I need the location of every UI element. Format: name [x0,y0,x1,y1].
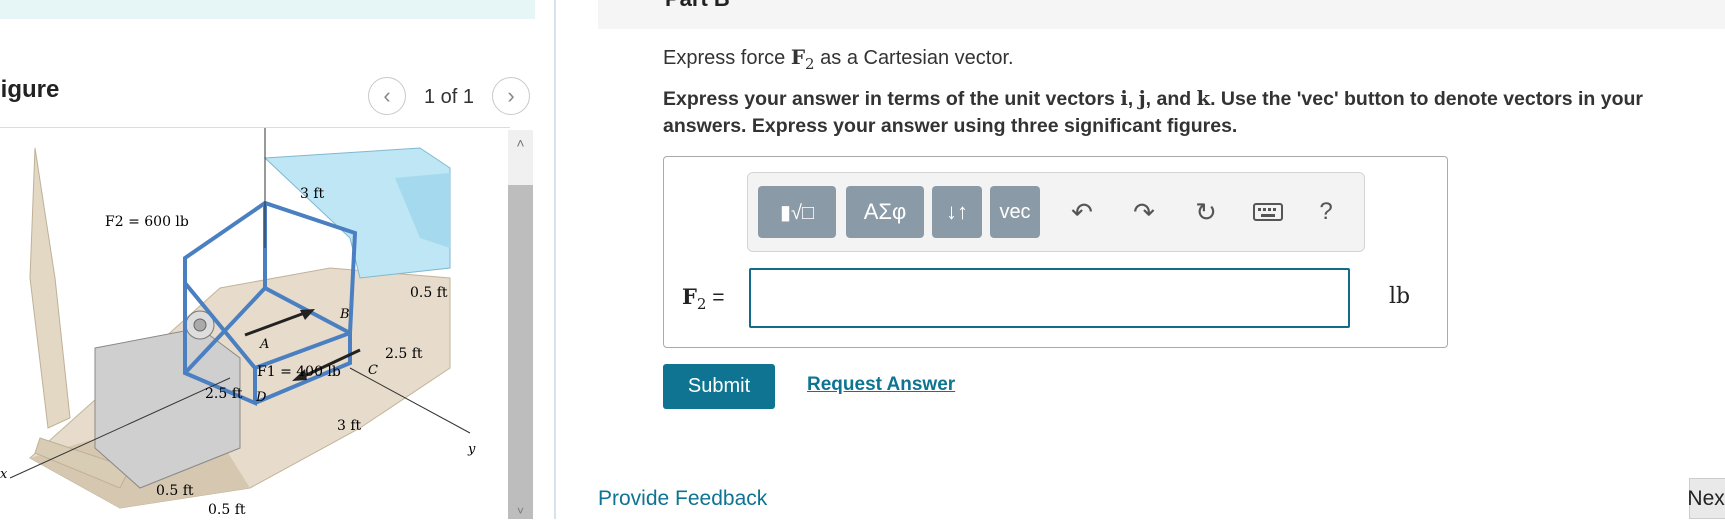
f2-label: F2 = 600 lb [105,214,189,230]
propeller-blade-upper [29,147,71,429]
greek-symbols-button[interactable]: ΑΣφ [846,186,924,238]
answer-unit: lb [1389,284,1411,309]
point-c-label: C [368,363,378,378]
arrows-button[interactable]: ↓↑ [932,186,982,238]
keyboard-icon[interactable] [1246,186,1290,238]
part-header-bar[interactable] [598,0,1725,29]
prompt-symbol: F [790,45,806,69]
point-d-label: D [255,390,267,405]
dimension-bottom-05ft-a: 0.5 ft [156,483,194,499]
answer-variable-label: F2 = [682,284,725,313]
figure-title: Figure [0,76,60,103]
dimension-bottom-3ft: 3 ft [337,418,362,434]
prompt-subscript: 2 [805,55,815,73]
x-axis-label: x [0,467,8,482]
figure-scrollbar-thumb[interactable] [508,185,533,519]
unit-vector-i: i [1120,87,1128,110]
dimension-bottom-05ft-b: 0.5 ft [208,502,246,518]
f1-label: F1 = 400 lb [257,364,341,380]
y-axis-label: y [467,442,476,457]
engine-cylinder-core [193,318,207,332]
math-toolbar: ▮√□ ΑΣφ ↓↑ vec ↶ ↷ ↻ ? [747,172,1365,252]
undo-icon[interactable]: ↶ [1060,186,1104,238]
prompt-suffix: as a Cartesian vector. [814,47,1014,69]
answer-variable: F [682,284,697,309]
chevron-right-icon: › [507,83,515,108]
dimension-top-3ft: 3 ft [300,186,325,202]
left-panel-banner [0,0,535,19]
request-answer-link[interactable]: Request Answer [807,374,955,396]
prompt-prefix: Express force [663,47,791,69]
figure-page-indicator: 1 of 1 [424,86,475,108]
templates-button[interactable]: ▮√□ [758,186,836,238]
question-prompt: Express force F2 as a Cartesian vector. [663,45,1014,73]
point-b-label: B [339,307,350,322]
answer-equals: = [706,286,725,309]
answer-input[interactable] [749,268,1350,328]
dimension-right-25ft: 2.5 ft [385,346,423,362]
next-button[interactable]: Next [1687,478,1725,519]
unit-vector-k: k [1196,87,1211,110]
dimension-left-25ft: 2.5 ft [205,386,243,402]
z-axis-label: z [258,128,266,130]
instruction-part-1: Express your answer in terms of the unit… [663,88,1121,110]
scroll-up-icon[interactable]: ˄ [508,130,533,155]
reset-icon[interactable]: ↻ [1184,186,1228,238]
vec-button[interactable]: vec [990,186,1040,238]
previous-figure-button[interactable]: ‹ [368,77,406,115]
engine-mount-diagram: z x y F2 = 600 lb F1 = 400 lb A B C D 3 … [0,128,476,518]
figure-image: z x y F2 = 600 lb F1 = 400 lb A B C D 3 … [0,127,510,520]
scroll-down-icon[interactable]: ˅ [508,503,533,519]
part-label: Part B [665,0,730,12]
submit-button[interactable]: Submit [663,364,775,409]
question-instructions: Express your answer in terms of the unit… [663,85,1718,140]
redo-icon[interactable]: ↷ [1122,186,1166,238]
dimension-right-05ft: 0.5 ft [410,285,448,301]
help-button[interactable]: ? [1304,186,1348,238]
provide-feedback-link[interactable]: Provide Feedback [598,487,767,511]
unit-vector-j: j [1138,87,1146,110]
chevron-left-icon: ‹ [383,83,391,108]
point-a-label: A [259,337,269,352]
panel-divider[interactable] [554,0,556,519]
instruction-sep-2: , and [1145,88,1197,110]
next-figure-button[interactable]: › [492,77,530,115]
instruction-sep-1: , [1127,88,1139,110]
